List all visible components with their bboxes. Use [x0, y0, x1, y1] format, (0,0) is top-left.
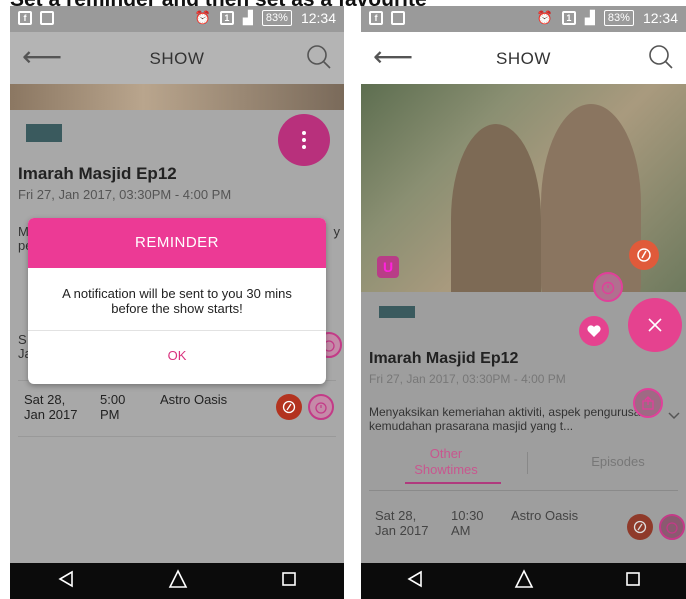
app-bar: ⟵ SHOW	[10, 32, 344, 84]
nav-bar	[361, 563, 686, 599]
record-fab[interactable]	[629, 240, 659, 270]
schedule-date: Sat 28, Jan 2017	[375, 508, 429, 538]
back-nav-icon[interactable]	[406, 570, 424, 593]
share-fab[interactable]	[633, 388, 663, 418]
reminder-fab[interactable]	[593, 272, 623, 302]
reminder-button[interactable]	[308, 394, 334, 420]
schedule-time: 5:00 PM	[100, 392, 126, 422]
clock: 12:34	[300, 10, 336, 26]
person-figure	[451, 124, 541, 292]
alarm-icon: ⏰	[536, 10, 553, 25]
recents-nav-icon[interactable]	[625, 571, 641, 592]
divider	[527, 452, 528, 474]
schedule-time: 10:30 AM	[451, 508, 484, 538]
image-icon	[391, 11, 405, 25]
episode-title: Imarah Masjid Ep12	[18, 164, 177, 183]
channel-logo	[379, 306, 415, 318]
record-button[interactable]	[627, 514, 653, 540]
page-title: SHOW	[149, 49, 205, 68]
hero-image	[10, 84, 344, 110]
tab-bar: Other Showtimes Episodes	[361, 442, 686, 490]
clock: 12:34	[642, 10, 678, 26]
app-bar: ⟵ SHOW	[361, 32, 686, 84]
description-partial: y	[333, 224, 341, 239]
dialog-message: A notification will be sent to you 30 mi…	[62, 286, 292, 316]
tab-indicator	[405, 482, 501, 484]
image-icon	[40, 11, 54, 25]
close-fab[interactable]	[628, 298, 682, 352]
back-nav-icon[interactable]	[57, 570, 75, 593]
episode-time: Fri 27, Jan 2017, 03:30PM - 4:00 PM	[18, 187, 232, 202]
alarm-icon: ⏰	[194, 10, 211, 25]
search-icon[interactable]	[648, 44, 674, 75]
schedule-channel: Astro Oasis	[160, 392, 228, 407]
tab-episodes[interactable]: Episodes	[573, 454, 663, 470]
status-bar: f ⏰ 1 ▟ 83% 12:34	[10, 6, 344, 32]
recents-nav-icon[interactable]	[281, 571, 297, 592]
person-figure	[541, 104, 641, 292]
facebook-icon: f	[369, 11, 383, 25]
table-row: Sat 28, Jan 2017 5:00 PM Astro Oasis	[10, 392, 344, 436]
search-icon[interactable]	[306, 44, 332, 75]
divider	[18, 436, 336, 437]
favourite-fab[interactable]	[579, 316, 609, 346]
episode-description: Menyaksikan kemeriahan aktiviti, aspek p…	[369, 405, 651, 433]
tab-other-showtimes[interactable]: Other Showtimes	[401, 446, 491, 478]
phone-left: f ⏰ 1 ▟ 83% 12:34 ⟵ SHOW Imarah Masjid E…	[10, 6, 344, 599]
chevron-down-icon[interactable]	[668, 407, 680, 425]
reminder-dialog: REMINDER A notification will be sent to …	[28, 218, 326, 384]
battery-indicator: 83%	[603, 10, 634, 26]
record-button[interactable]	[276, 394, 302, 420]
show-content: U Imarah Masjid Ep12 Fri 27, Jan 2017, 0…	[361, 84, 686, 563]
episode-time: Fri 27, Jan 2017, 03:30PM - 4:00 PM	[369, 372, 566, 386]
page-title: SHOW	[496, 49, 551, 68]
sim-icon: 1	[219, 11, 234, 25]
divider	[369, 490, 678, 491]
home-nav-icon[interactable]	[514, 568, 534, 594]
battery-indicator: 83%	[261, 10, 292, 26]
nav-bar	[10, 563, 344, 599]
schedule-channel: Astro Oasis	[511, 508, 579, 523]
channel-logo	[26, 124, 62, 142]
sim-icon: 1	[561, 11, 576, 25]
more-options-button[interactable]	[278, 114, 330, 166]
schedule-partial: S	[18, 332, 27, 347]
table-row: Sat 28, Jan 2017 10:30 AM Astro Oasis	[361, 508, 686, 552]
signal-icon: ▟	[242, 10, 253, 25]
ok-button[interactable]: OK	[28, 331, 326, 384]
episode-title: Imarah Masjid Ep12	[369, 350, 519, 367]
reminder-button[interactable]	[659, 514, 685, 540]
phone-right: f ⏰ 1 ▟ 83% 12:34 ⟵ SHOW U Imarah Masjid…	[361, 6, 686, 599]
facebook-icon: f	[18, 11, 32, 25]
home-nav-icon[interactable]	[168, 568, 188, 594]
rating-badge: U	[377, 256, 399, 278]
status-bar: f ⏰ 1 ▟ 83% 12:34	[361, 6, 686, 32]
dialog-title: REMINDER	[28, 218, 326, 268]
signal-icon: ▟	[584, 10, 595, 25]
schedule-date: Sat 28, Jan 2017	[24, 392, 78, 422]
